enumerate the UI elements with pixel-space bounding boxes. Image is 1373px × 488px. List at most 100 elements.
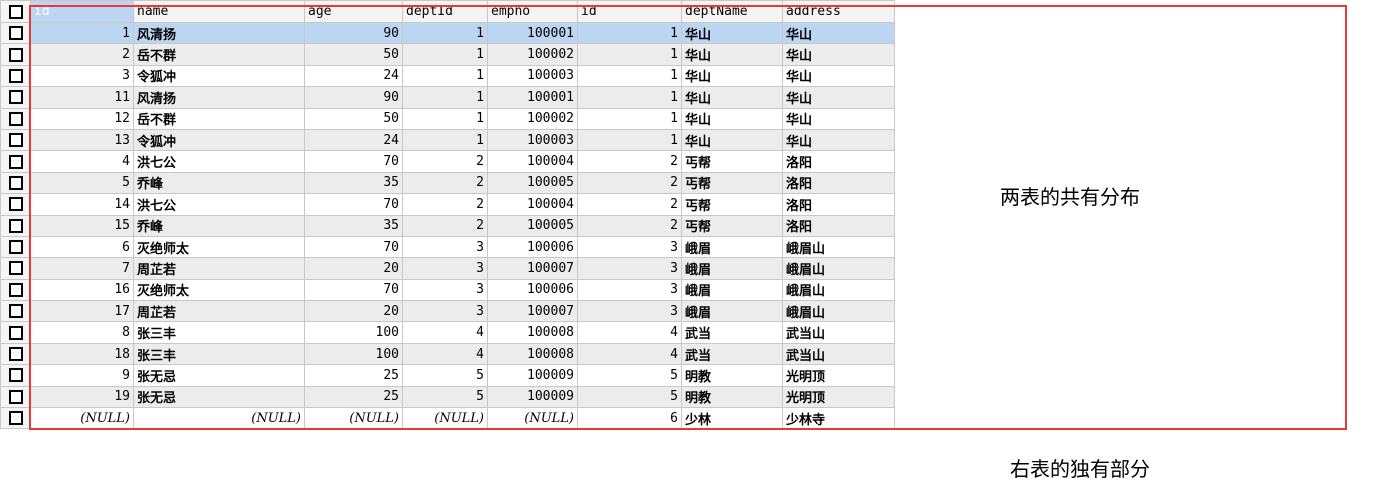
cell-deptid[interactable]: 1 xyxy=(402,128,488,152)
cell-address[interactable]: 峨眉山 xyxy=(782,300,895,323)
cell-name[interactable]: 风清扬 xyxy=(133,21,305,45)
cell-address[interactable]: 华山 xyxy=(782,128,895,152)
cell-address[interactable]: 峨眉山 xyxy=(782,235,895,259)
cell-dept-id[interactable]: 1 xyxy=(577,21,682,45)
cell-deptname[interactable]: 武当 xyxy=(681,321,783,344)
cell-dept-id[interactable]: 5 xyxy=(577,385,682,409)
cell-age[interactable]: 70 xyxy=(304,193,403,216)
table-row[interactable]: (NULL) (NULL) (NULL) (NULL) (NULL) 6 少林 少林寺 xyxy=(0,407,895,430)
cell-deptid[interactable]: 3 xyxy=(402,257,488,280)
cell-name[interactable]: 灭绝师太 xyxy=(133,278,305,302)
cell-deptname[interactable]: 华山 xyxy=(681,21,783,45)
cell-deptid[interactable]: 1 xyxy=(402,64,488,88)
cell-deptid[interactable]: 3 xyxy=(402,300,488,323)
row-checkbox[interactable] xyxy=(0,257,31,280)
cell-empno[interactable]: 100002 xyxy=(487,107,578,130)
cell-deptname[interactable]: 武当 xyxy=(681,342,783,366)
cell-age[interactable]: (NULL) xyxy=(304,407,403,430)
table-row[interactable]: 5 乔峰 35 2 100005 2 丐帮 洛阳 xyxy=(0,171,895,195)
cell-deptname[interactable]: 华山 xyxy=(681,43,783,66)
cell-deptname[interactable]: 华山 xyxy=(681,64,783,88)
column-header-id[interactable]: id xyxy=(30,0,134,23)
cell-deptid[interactable]: 1 xyxy=(402,107,488,130)
table-row[interactable]: 6 灭绝师太 70 3 100006 3 峨眉 峨眉山 xyxy=(0,235,895,259)
cell-deptname[interactable]: 华山 xyxy=(681,86,783,109)
cell-id[interactable]: 18 xyxy=(30,342,134,366)
cell-address[interactable]: 光明顶 xyxy=(782,385,895,409)
cell-dept-id[interactable]: 6 xyxy=(577,407,682,430)
cell-age[interactable]: 70 xyxy=(304,235,403,259)
checkbox-icon[interactable] xyxy=(8,304,23,319)
cell-deptname[interactable]: 丐帮 xyxy=(681,214,783,237)
table-row[interactable]: 13 令狐冲 24 1 100003 1 华山 华山 xyxy=(0,128,895,152)
cell-dept-id[interactable]: 3 xyxy=(577,235,682,259)
table-row[interactable]: 11 风清扬 90 1 100001 1 华山 华山 xyxy=(0,86,895,109)
cell-age[interactable]: 24 xyxy=(304,64,403,88)
cell-dept-id[interactable]: 5 xyxy=(577,364,682,387)
cell-deptname[interactable]: 峨眉 xyxy=(681,300,783,323)
cell-dept-id[interactable]: 3 xyxy=(577,257,682,280)
cell-address[interactable]: 洛阳 xyxy=(782,214,895,237)
cell-age[interactable]: 90 xyxy=(304,86,403,109)
row-checkbox[interactable] xyxy=(0,193,31,216)
checkbox-icon[interactable] xyxy=(8,218,23,233)
cell-empno[interactable]: 100004 xyxy=(487,193,578,216)
cell-age[interactable]: 50 xyxy=(304,43,403,66)
cell-dept-id[interactable]: 3 xyxy=(577,300,682,323)
row-checkbox[interactable] xyxy=(0,214,31,237)
cell-name[interactable]: 令狐冲 xyxy=(133,64,305,88)
checkbox-icon[interactable] xyxy=(8,154,23,169)
cell-deptname[interactable]: 明教 xyxy=(681,364,783,387)
column-header-deptname[interactable]: deptName xyxy=(681,0,783,23)
cell-dept-id[interactable]: 1 xyxy=(577,107,682,130)
cell-deptid[interactable]: 1 xyxy=(402,21,488,45)
cell-deptid[interactable]: 5 xyxy=(402,385,488,409)
table-row[interactable]: 3 令狐冲 24 1 100003 1 华山 华山 xyxy=(0,64,895,88)
column-header-empno[interactable]: empno xyxy=(487,0,578,23)
checkbox-icon[interactable] xyxy=(8,411,23,426)
table-row[interactable]: 4 洪七公 70 2 100004 2 丐帮 洛阳 xyxy=(0,150,895,173)
cell-deptname[interactable]: 峨眉 xyxy=(681,257,783,280)
cell-id[interactable]: 12 xyxy=(30,107,134,130)
cell-address[interactable]: 少林寺 xyxy=(782,407,895,430)
row-checkbox[interactable] xyxy=(0,235,31,259)
row-checkbox[interactable] xyxy=(0,64,31,88)
cell-deptname[interactable]: 明教 xyxy=(681,385,783,409)
cell-id[interactable]: 8 xyxy=(30,321,134,344)
cell-deptname[interactable]: 丐帮 xyxy=(681,193,783,216)
checkbox-icon[interactable] xyxy=(8,68,23,83)
cell-name[interactable]: 乔峰 xyxy=(133,171,305,195)
cell-address[interactable]: 武当山 xyxy=(782,342,895,366)
cell-deptid[interactable]: 3 xyxy=(402,278,488,302)
row-checkbox[interactable] xyxy=(0,342,31,366)
cell-id[interactable]: 17 xyxy=(30,300,134,323)
checkbox-icon[interactable] xyxy=(8,325,23,340)
checkbox-icon[interactable] xyxy=(8,368,23,383)
row-checkbox[interactable] xyxy=(0,385,31,409)
table-row[interactable]: 9 张无忌 25 5 100009 5 明教 光明顶 xyxy=(0,364,895,387)
checkbox-icon[interactable] xyxy=(8,197,23,212)
cell-deptid[interactable]: 2 xyxy=(402,214,488,237)
cell-dept-id[interactable]: 1 xyxy=(577,86,682,109)
column-header-address[interactable]: address xyxy=(782,0,895,23)
cell-deptname[interactable]: 少林 xyxy=(681,407,783,430)
cell-address[interactable]: 华山 xyxy=(782,21,895,45)
cell-age[interactable]: 35 xyxy=(304,171,403,195)
cell-name[interactable]: 乔峰 xyxy=(133,214,305,237)
cell-age[interactable]: 25 xyxy=(304,385,403,409)
table-row[interactable]: 18 张三丰 100 4 100008 4 武当 武当山 xyxy=(0,342,895,366)
cell-name[interactable]: 周芷若 xyxy=(133,257,305,280)
cell-name[interactable]: 张三丰 xyxy=(133,342,305,366)
column-header-deptid[interactable]: deptId xyxy=(402,0,488,23)
table-row[interactable]: 7 周芷若 20 3 100007 3 峨眉 峨眉山 xyxy=(0,257,895,280)
table-row[interactable]: 19 张无忌 25 5 100009 5 明教 光明顶 xyxy=(0,385,895,409)
cell-address[interactable]: 洛阳 xyxy=(782,193,895,216)
cell-age[interactable]: 90 xyxy=(304,21,403,45)
cell-name[interactable]: 岳不群 xyxy=(133,43,305,66)
cell-deptid[interactable]: 4 xyxy=(402,342,488,366)
row-checkbox[interactable] xyxy=(0,407,31,430)
cell-dept-id[interactable]: 2 xyxy=(577,150,682,173)
cell-name[interactable]: (NULL) xyxy=(133,407,305,430)
cell-name[interactable]: 风清扬 xyxy=(133,86,305,109)
cell-id[interactable]: (NULL) xyxy=(30,407,134,430)
